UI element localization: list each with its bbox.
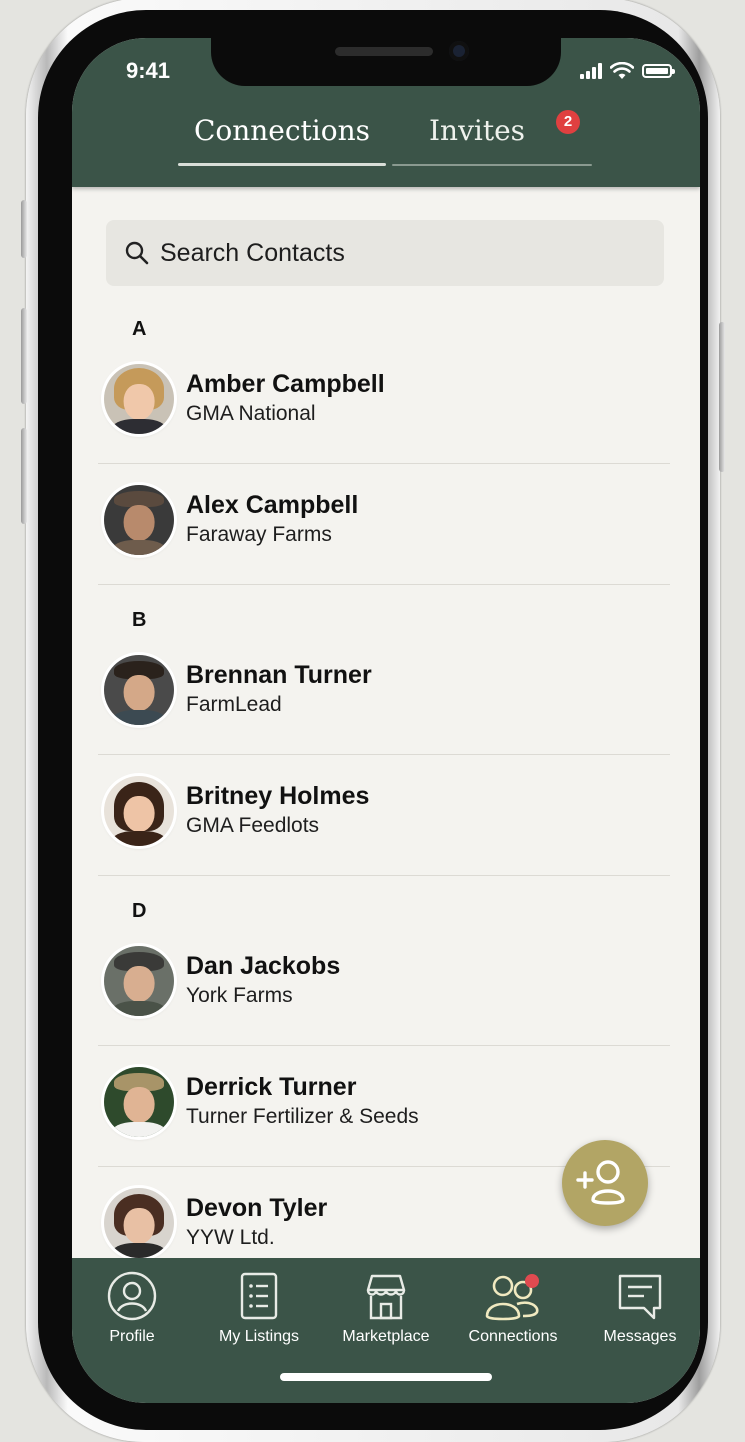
signal-icon bbox=[580, 63, 602, 79]
nav-label: Connections bbox=[468, 1328, 558, 1345]
tab-bar: Connections Invites 2 bbox=[72, 106, 700, 168]
nav-connections[interactable]: Connections bbox=[453, 1270, 573, 1350]
divider bbox=[98, 875, 670, 876]
contact-name: Devon Tyler bbox=[186, 1194, 328, 1222]
avatar bbox=[104, 485, 174, 555]
contact-company: Faraway Farms bbox=[186, 523, 332, 546]
nav-my-listings[interactable]: My Listings bbox=[199, 1270, 319, 1350]
divider bbox=[98, 754, 670, 755]
contact-row[interactable]: Dan Jackobs York Farms bbox=[98, 926, 670, 1046]
contact-name: Brennan Turner bbox=[186, 661, 372, 689]
profile-icon bbox=[107, 1271, 157, 1321]
add-person-icon bbox=[576, 1160, 625, 1205]
wifi-icon bbox=[610, 62, 634, 79]
volume-down-button bbox=[21, 428, 27, 524]
divider bbox=[98, 1045, 670, 1046]
add-contact-button[interactable] bbox=[562, 1140, 648, 1226]
listings-icon bbox=[240, 1272, 278, 1320]
contact-name: Alex Campbell bbox=[186, 491, 359, 519]
app-screen: 9:41 Connections Invites 2 Search Contac… bbox=[72, 38, 700, 1403]
status-time: 9:41 bbox=[126, 58, 171, 83]
section-letter: D bbox=[132, 900, 147, 922]
contact-name: Britney Holmes bbox=[186, 782, 370, 810]
bottom-nav: Profile My Listings Marketplace Connecti… bbox=[72, 1258, 700, 1403]
nav-label: Marketplace bbox=[342, 1328, 430, 1345]
tab-invites-label: Invites bbox=[428, 114, 526, 147]
marketplace-icon bbox=[366, 1274, 406, 1320]
avatar bbox=[104, 1188, 174, 1258]
messages-icon bbox=[618, 1274, 662, 1320]
camera bbox=[449, 41, 469, 61]
search-icon bbox=[125, 241, 149, 265]
contact-row[interactable]: Amber Campbell GMA National bbox=[98, 344, 670, 464]
section-letter: B bbox=[132, 609, 147, 631]
avatar bbox=[104, 655, 174, 725]
avatar bbox=[104, 1067, 174, 1137]
nav-label: Profile bbox=[109, 1328, 155, 1345]
tab-connections-label: Connections bbox=[193, 114, 371, 147]
tab-inactive-indicator bbox=[392, 164, 592, 166]
contact-name: Dan Jackobs bbox=[186, 952, 341, 980]
contact-row[interactable]: Alex Campbell Faraway Farms bbox=[98, 465, 670, 585]
contact-name: Amber Campbell bbox=[186, 370, 385, 398]
tab-connections[interactable]: Connections bbox=[178, 106, 386, 168]
contact-company: FarmLead bbox=[186, 693, 282, 716]
contact-company: GMA National bbox=[186, 402, 316, 425]
power-button bbox=[719, 322, 725, 472]
contact-company: GMA Feedlots bbox=[186, 814, 320, 837]
mute-switch bbox=[21, 200, 27, 258]
contact-company: York Farms bbox=[186, 984, 293, 1007]
tab-invites[interactable]: Invites 2 bbox=[392, 106, 592, 168]
contact-row[interactable]: Britney Holmes GMA Feedlots bbox=[98, 756, 670, 876]
nav-marketplace[interactable]: Marketplace bbox=[326, 1270, 446, 1350]
contact-name: Derrick Turner bbox=[186, 1073, 357, 1101]
nav-profile[interactable]: Profile bbox=[72, 1270, 192, 1350]
notch bbox=[211, 38, 561, 86]
divider bbox=[98, 584, 670, 585]
section-letter: A bbox=[132, 318, 147, 340]
nav-label: Messages bbox=[603, 1328, 677, 1345]
home-indicator[interactable] bbox=[280, 1373, 492, 1381]
avatar bbox=[104, 364, 174, 434]
nav-messages[interactable]: Messages bbox=[580, 1270, 700, 1350]
search-bar[interactable] bbox=[106, 220, 664, 286]
avatar bbox=[104, 946, 174, 1016]
nav-label: My Listings bbox=[218, 1328, 300, 1345]
tab-active-indicator bbox=[178, 163, 386, 166]
contact-company: YYW Ltd. bbox=[186, 1226, 275, 1249]
speaker bbox=[335, 47, 433, 56]
invites-badge: 2 bbox=[556, 110, 580, 134]
app-header: 9:41 Connections Invites 2 bbox=[72, 38, 700, 187]
search-input[interactable] bbox=[158, 237, 642, 269]
battery-icon bbox=[642, 64, 675, 78]
avatar bbox=[104, 776, 174, 846]
phone-device: 9:41 Connections Invites 2 Search Contac… bbox=[21, 0, 725, 1442]
connections-icon bbox=[485, 1274, 539, 1321]
contact-company: Turner Fertilizer & Seeds bbox=[186, 1105, 419, 1128]
volume-up-button bbox=[21, 308, 27, 404]
status-icons bbox=[580, 62, 675, 80]
contact-row[interactable]: Brennan Turner FarmLead bbox=[98, 635, 670, 755]
divider bbox=[98, 463, 670, 464]
